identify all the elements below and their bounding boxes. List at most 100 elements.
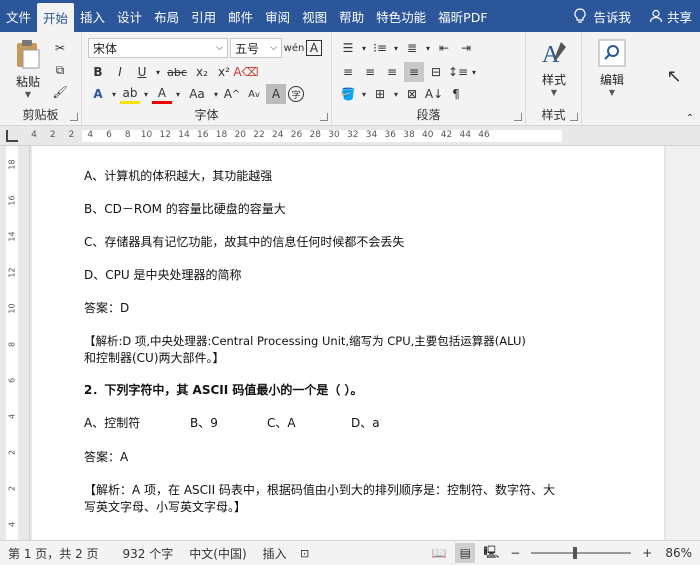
highlight-icon[interactable]: ab (120, 84, 140, 104)
zoom-out-icon[interactable]: − (505, 543, 525, 563)
font-color-icon[interactable]: A (152, 84, 172, 104)
tab-help[interactable]: 帮助 (333, 0, 370, 32)
web-layout-icon[interactable]: 🖳 (481, 543, 501, 563)
tab-file[interactable]: 文件 (0, 0, 37, 32)
multilevel-list-icon[interactable]: ≣ (402, 38, 422, 58)
chevron-down-icon[interactable]: ▾ (174, 84, 182, 104)
paragraph-group: ☰ ▾ ⁝≡ ▾ ≣ ▾ ⇤ ⇥ ≡ ≡ ≡ ≡ ⊟ ↕≡ ▾ 🪣 ▾ ⊞ ▾ … (332, 32, 526, 126)
zoom-slider-thumb[interactable] (572, 547, 577, 559)
tab-insert[interactable]: 插入 (74, 0, 111, 32)
clipboard-launcher-icon[interactable] (70, 113, 78, 121)
italic-icon[interactable]: I (110, 62, 130, 82)
increase-indent-icon[interactable]: ⇥ (456, 38, 476, 58)
grow-font-icon[interactable]: A ^ (222, 84, 242, 104)
chevron-down-icon[interactable]: ▾ (142, 84, 150, 104)
font-launcher-icon[interactable] (320, 113, 328, 121)
vertical-ruler[interactable]: 18 16 14 12 10 8 6 4 2 2 4 (0, 146, 30, 540)
text-effects-icon[interactable]: A (88, 84, 108, 104)
chevron-down-icon[interactable]: ▾ (470, 62, 478, 82)
document-area[interactable]: A、计算机的体积越大，其功能越强 B、CD－ROM 的容量比硬盘的容量大 C、存… (30, 146, 700, 540)
bullets-icon[interactable]: ☰ (338, 38, 358, 58)
char-border-icon[interactable]: A (306, 40, 322, 56)
zoom-in-icon[interactable]: + (637, 543, 657, 563)
justify-icon[interactable]: ≡ (404, 62, 424, 82)
tab-references[interactable]: 引用 (185, 0, 222, 32)
bold-icon[interactable]: B (88, 62, 108, 82)
clear-format-icon[interactable]: A⌫ (233, 62, 258, 82)
align-center-icon[interactable]: ≡ (360, 62, 380, 82)
shading-icon[interactable]: 🪣 (338, 84, 358, 104)
distributed-icon[interactable]: ⊟ (426, 62, 446, 82)
person-icon (649, 9, 663, 23)
chevron-down-icon[interactable]: ▾ (392, 38, 400, 58)
font-size-combo[interactable]: 五号 ⌵ (230, 38, 282, 58)
subscript-icon[interactable]: x₂ (192, 62, 212, 82)
line-spacing-icon[interactable]: ↕≡ (448, 62, 468, 82)
format-painter-icon[interactable]: 🖌 (50, 82, 70, 102)
vertical-scrollbar[interactable] (666, 146, 700, 540)
tab-view[interactable]: 视图 (296, 0, 333, 32)
macro-record-icon[interactable]: ⊡ (295, 543, 315, 563)
styles-launcher-icon[interactable] (570, 113, 578, 121)
superscript-icon[interactable]: x² (214, 62, 234, 82)
tab-special[interactable]: 特色功能 (370, 0, 432, 32)
tab-foxit-pdf[interactable]: 福昕PDF (432, 0, 493, 32)
show-marks-icon[interactable]: ¶ (446, 84, 466, 104)
chevron-down-icon[interactable]: ▾ (360, 38, 368, 58)
ruler-number: 4 (87, 130, 94, 140)
page-count[interactable]: 第 1 页，共 2 页 (0, 545, 107, 562)
align-right-icon[interactable]: ≡ (382, 62, 402, 82)
chinese-layout-icon[interactable]: ⊠ (402, 84, 422, 104)
strikethrough-icon[interactable]: abc (164, 62, 190, 82)
char-shading-icon[interactable]: A (266, 84, 286, 104)
paragraph-launcher-icon[interactable] (514, 113, 522, 121)
tell-me-box[interactable]: 告诉我 (563, 7, 641, 26)
underline-icon[interactable]: U (132, 62, 152, 82)
share-button[interactable]: 共享 (641, 7, 700, 26)
sort-icon[interactable]: A↓ (424, 84, 444, 104)
tab-selector-icon[interactable] (6, 130, 18, 142)
numbering-icon[interactable]: ⁝≡ (370, 38, 390, 58)
print-layout-icon[interactable]: ▤ (455, 543, 476, 563)
paste-button[interactable]: 粘贴 ▼ (10, 38, 46, 99)
tab-layout[interactable]: 布局 (148, 0, 185, 32)
doc-explanation: 写英文字母、小写英文字母。】 (84, 500, 247, 514)
change-case-icon[interactable]: Aa (184, 84, 210, 104)
tab-home[interactable]: 开始 (37, 3, 75, 32)
collapse-ribbon-icon[interactable]: ⌃ (680, 108, 700, 128)
word-count[interactable]: 932 个字 (115, 545, 182, 562)
borders-icon[interactable]: ⊞ (370, 84, 390, 104)
styles-button[interactable]: A 样式 ▼ (534, 38, 574, 97)
read-mode-icon[interactable]: 📖 (429, 543, 449, 563)
editing-button[interactable]: 编辑 ▼ (592, 38, 632, 97)
decrease-indent-icon[interactable]: ⇤ (434, 38, 454, 58)
chevron-down-icon[interactable]: ▾ (392, 84, 400, 104)
chevron-down-icon[interactable]: ▾ (424, 38, 432, 58)
tab-mailings[interactable]: 邮件 (222, 0, 259, 32)
chevron-down-icon[interactable]: ▾ (154, 62, 162, 82)
insert-mode[interactable]: 插入 (255, 545, 295, 562)
ruler-number: 24 (272, 130, 284, 140)
tab-review[interactable]: 审阅 (259, 0, 296, 32)
phonetic-guide-icon[interactable]: wén (284, 38, 305, 58)
chevron-down-icon[interactable]: ▾ (360, 84, 368, 104)
ruler-number: 46 (478, 130, 490, 140)
zoom-slider[interactable] (531, 547, 632, 559)
horizontal-ruler[interactable]: 4 2 2 4 6 8 10 12 14 16 18 20 22 24 26 28 30 32 34 36 38 40 42… (0, 126, 700, 146)
document-page[interactable]: A、计算机的体积越大，其功能越强 B、CD－ROM 的容量比硬盘的容量大 C、存… (32, 146, 664, 540)
ruler-number: 32 (347, 130, 359, 140)
chevron-down-icon[interactable]: ▾ (110, 84, 118, 104)
language[interactable]: 中文(中国) (181, 545, 254, 562)
tab-design[interactable]: 设计 (111, 0, 148, 32)
enclose-char-icon[interactable]: 字 (288, 86, 304, 102)
ribbon: 粘贴 ▼ ✂ ⧉ 🖌 剪贴板 宋体 ⌵ 五号 ⌵ wén A B I U ▾ a… (0, 32, 700, 126)
vertical-ruler-number: 18 (7, 159, 17, 170)
cut-icon[interactable]: ✂ (50, 38, 70, 58)
align-left-icon[interactable]: ≡ (338, 62, 358, 82)
styles-label: 样式 (541, 73, 566, 87)
zoom-level[interactable]: 86% (657, 546, 700, 560)
chevron-down-icon[interactable]: ▾ (212, 84, 220, 104)
shrink-font-icon[interactable]: Av (244, 84, 264, 104)
font-name-combo[interactable]: 宋体 ⌵ (88, 38, 228, 58)
copy-icon[interactable]: ⧉ (50, 60, 70, 80)
